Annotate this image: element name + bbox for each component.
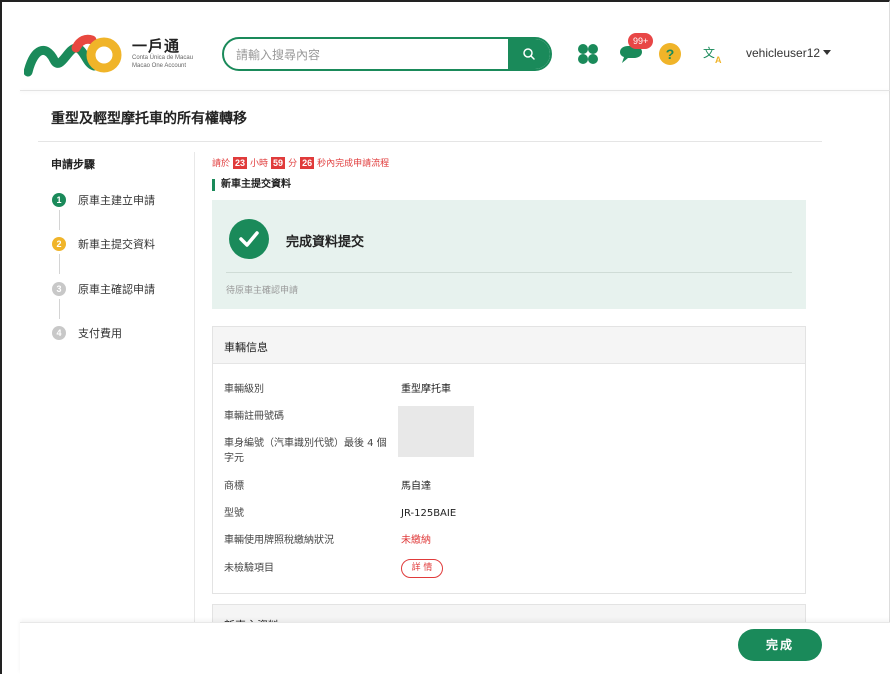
countdown-suffix: 秒內完成申請流程	[317, 159, 390, 169]
logo-text: 一戶通 Conta Única de Macau Macao One Accou…	[132, 38, 193, 70]
svg-text:文: 文	[703, 45, 715, 60]
step-2: 2 新車主提交資料	[52, 236, 155, 252]
svg-text:?: ?	[666, 46, 675, 62]
countdown-minutes-unit: 分	[288, 159, 298, 169]
step-number: 4	[52, 326, 66, 340]
step-1: 1 原車主建立申請	[52, 192, 155, 208]
success-title: 完成資料提交	[286, 235, 365, 250]
brand-value: 馬自達	[401, 481, 431, 492]
title-divider	[38, 141, 822, 142]
brand-label: 商標	[224, 481, 244, 492]
countdown-prefix: 請於	[212, 159, 231, 169]
logo-chinese: 一戶通	[132, 37, 181, 55]
vin-last-4-label: 車身編號（汽車識別代號）最後 4 個字元	[224, 438, 387, 464]
search-button[interactable]	[508, 39, 550, 69]
license-tax-status-label: 車輛使用牌照稅繳納狀況	[224, 535, 334, 546]
details-button[interactable]: 詳 情	[401, 559, 443, 578]
model-label: 型號	[224, 508, 244, 519]
vehicle-info-heading: 車輛信息	[224, 341, 268, 354]
step-number: 3	[52, 282, 66, 296]
done-button[interactable]: 完成	[738, 629, 822, 661]
step-connector	[59, 254, 60, 274]
step-label: 原車主確認申請	[78, 283, 155, 296]
search-box	[222, 37, 552, 71]
svg-text:A: A	[715, 55, 722, 64]
logo-portuguese: Conta Única de Macau	[132, 55, 194, 61]
countdown-seconds: 26	[300, 156, 315, 169]
success-subtitle: 待原車主確認申請	[226, 286, 299, 296]
search-input[interactable]	[236, 45, 506, 65]
model-value: JR-125BAIE	[401, 508, 457, 519]
success-panel: 完成資料提交 待原車主確認申請	[212, 200, 806, 309]
step-4: 4 支付費用	[52, 325, 122, 341]
countdown-minutes: 59	[271, 156, 286, 169]
step-label: 新車主提交資料	[78, 238, 155, 251]
macao-one-account-logo[interactable]	[24, 30, 124, 80]
services-grid-icon[interactable]	[576, 42, 600, 66]
step-connector	[59, 210, 60, 230]
check-circle-icon	[229, 219, 269, 259]
countdown-hours: 23	[233, 156, 248, 169]
section-heading: 新車主提交資料	[212, 179, 291, 191]
license-tax-status-value: 未繳納	[401, 535, 431, 546]
step-number: 2	[52, 237, 66, 251]
step-connector	[59, 299, 60, 319]
countdown-hours-unit: 小時	[250, 159, 269, 169]
registration-number-label: 車輛註冊號碼	[224, 411, 284, 422]
vehicle-info-header: 車輛信息	[213, 327, 805, 364]
help-icon[interactable]: ?	[658, 42, 682, 66]
success-divider	[226, 272, 792, 273]
language-switch-icon[interactable]: 文 A	[702, 44, 724, 64]
logo-english: Macao One Account	[132, 63, 187, 69]
countdown-timer: 請於 23 小時 59 分 26 秒內完成申請流程	[212, 156, 389, 169]
search-icon	[523, 48, 535, 60]
step-label: 支付費用	[78, 327, 122, 340]
notification-badge: 99+	[628, 33, 654, 49]
chevron-down-icon	[823, 50, 832, 55]
user-menu[interactable]: vehicleuser12	[746, 46, 832, 60]
plate-number-image	[398, 406, 474, 457]
sidebar-divider	[194, 152, 195, 622]
header-divider	[20, 90, 890, 91]
vehicle-info-card: 車輛信息 車輛級別 重型摩托車 車輛註冊號碼 車身編號（汽車識別代號）最後 4 …	[212, 326, 806, 594]
vehicle-class-value: 重型摩托車	[401, 384, 451, 395]
username: vehicleuser12	[746, 46, 821, 60]
steps-heading: 申請步驟	[51, 158, 95, 171]
step-3: 3 原車主確認申請	[52, 281, 155, 297]
page-title: 重型及輕型摩托車的所有權轉移	[51, 111, 247, 127]
uninspected-items-label: 未檢驗項目	[224, 563, 274, 574]
step-number: 1	[52, 193, 66, 207]
step-label: 原車主建立申請	[78, 194, 155, 207]
vehicle-class-label: 車輛級別	[224, 384, 264, 395]
